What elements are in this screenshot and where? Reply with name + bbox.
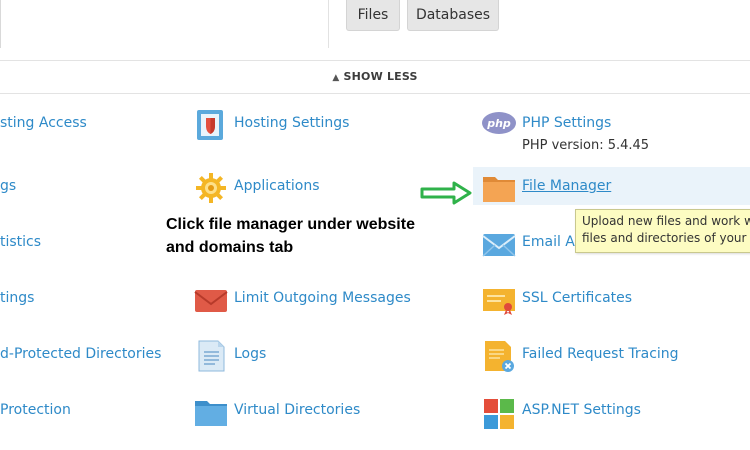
instruction-annotation: Click file manager under website and dom… [166,213,446,259]
aspnet-icon [482,395,516,429]
show-less-label: SHOW LESS [343,70,418,83]
php-version-text: PHP version: 5.4.45 [522,138,650,153]
item-label[interactable]: tings [0,290,34,306]
tooltip-line-2: files and directories of your w [582,231,750,245]
logs-link[interactable]: Logs [234,346,266,362]
item-label[interactable]: d-Protected Directories [0,346,161,362]
hosting-settings-link[interactable]: Hosting Settings [234,115,349,131]
logs-icon [194,339,228,373]
show-less-toggle[interactable]: ▲ SHOW LESS [0,60,750,94]
item-label[interactable]: gs [0,178,16,194]
folder-icon [194,395,228,429]
applications-item[interactable]: Applications [194,171,454,205]
files-tab-button[interactable]: Files [346,0,400,31]
chevron-up-icon: ▲ [332,73,340,83]
folder-icon [482,171,516,205]
ssl-certificates-link[interactable]: SSL Certificates [522,290,632,306]
hosting-settings-icon [194,108,228,142]
annotation-line-2: and domains tab [166,239,294,256]
panel-edge [0,0,1,48]
svg-text:php: php [486,117,511,130]
item-label[interactable]: tistics [0,234,41,250]
applications-link[interactable]: Applications [234,178,320,194]
limit-outgoing-messages-link[interactable]: Limit Outgoing Messages [234,290,411,306]
databases-tab-button[interactable]: Databases [407,0,499,31]
file-manager-tooltip: Upload new files and work w files and di… [575,209,750,253]
tooltip-line-1: Upload new files and work w [582,214,750,228]
item-label[interactable]: Protection [0,402,71,418]
toolbar-divider [328,0,329,48]
virtual-directories-item[interactable]: Virtual Directories [194,395,454,429]
applications-gear-icon [194,171,228,205]
email-link[interactable]: Email Ac [522,234,582,250]
php-settings-item[interactable]: php PHP Settings PHP version: 5.4.45 [482,108,742,158]
php-settings-link[interactable]: PHP Settings [522,115,611,131]
top-toolbar: Files Databases [0,0,750,60]
hosting-settings-item[interactable]: Hosting Settings [194,108,454,142]
file-manager-link[interactable]: File Manager [522,178,611,194]
aspnet-settings-link[interactable]: ASP.NET Settings [522,402,641,418]
ssl-certificates-item[interactable]: SSL Certificates [482,283,742,317]
green-arrow-icon [420,181,472,205]
file-manager-item[interactable]: File Manager [482,171,742,205]
php-icon: php [482,110,516,136]
annotation-line-1: Click file manager under website [166,216,415,233]
envelope-limit-icon [194,283,228,317]
limit-outgoing-messages-item[interactable]: Limit Outgoing Messages [194,283,454,317]
failed-request-tracing-item[interactable]: Failed Request Tracing [482,339,742,373]
logs-item[interactable]: Logs [194,339,454,373]
aspnet-settings-item[interactable]: ASP.NET Settings [482,395,742,429]
item-label[interactable]: sting Access [0,115,87,131]
failed-request-icon [482,339,516,373]
email-icon [482,227,516,261]
certificate-icon [482,283,516,317]
virtual-directories-link[interactable]: Virtual Directories [234,402,360,418]
failed-request-tracing-link[interactable]: Failed Request Tracing [522,346,679,362]
